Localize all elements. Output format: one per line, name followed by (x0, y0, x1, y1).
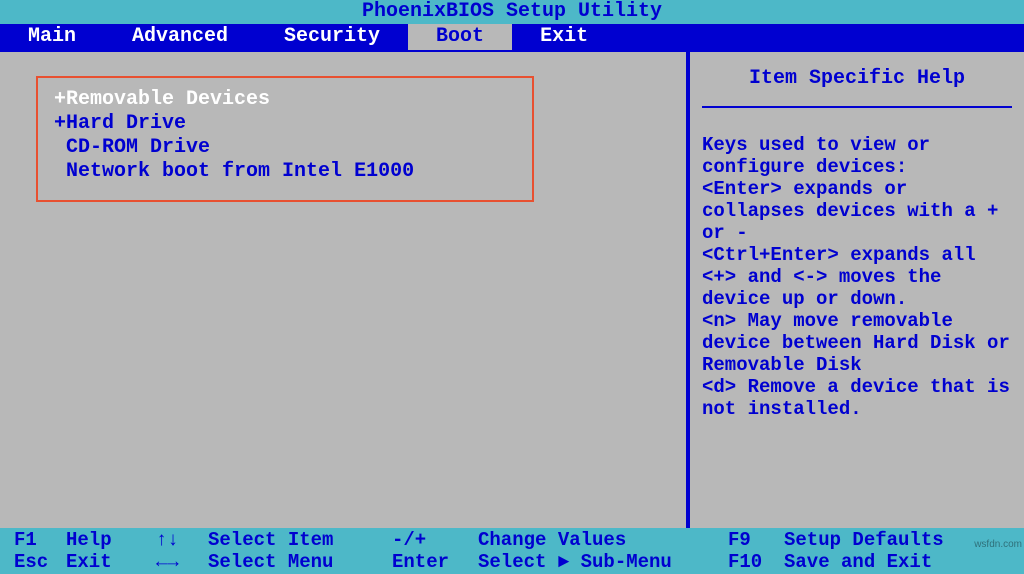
boot-item-hard-drive[interactable]: +Hard Drive (54, 112, 516, 136)
footer-key-f1: F1 (14, 529, 66, 551)
footer-key-enter: Enter (392, 551, 478, 573)
help-title: Item Specific Help (702, 62, 1012, 108)
menu-exit[interactable]: Exit (512, 24, 616, 50)
footer-label-select-menu: Select Menu (208, 551, 392, 573)
footer-key-leftright: ←→ (156, 551, 208, 573)
footer-label-save-exit: Save and Exit (784, 551, 1010, 573)
menu-security[interactable]: Security (256, 24, 408, 50)
header-title: PhoenixBIOS Setup Utility (362, 0, 662, 23)
menu-boot[interactable]: Boot (408, 24, 512, 50)
footer-label-change-values: Change Values (478, 529, 728, 551)
footer-label-exit: Exit (66, 551, 156, 573)
header-bar: PhoenixBIOS Setup Utility (0, 0, 1024, 24)
footer-label-help: Help (66, 529, 156, 551)
footer-key-plusminus: -/+ (392, 529, 478, 551)
footer-label-select-item: Select Item (208, 529, 392, 551)
help-body: Keys used to view or configure devices: … (702, 134, 1012, 420)
footer-key-updown: ↑↓ (156, 529, 208, 551)
main-panel: +Removable Devices +Hard Drive CD-ROM Dr… (0, 50, 688, 528)
boot-order-box: +Removable Devices +Hard Drive CD-ROM Dr… (36, 76, 534, 202)
footer-key-f9: F9 (728, 529, 784, 551)
boot-item-network[interactable]: Network boot from Intel E1000 (54, 160, 516, 184)
menu-bar: Main Advanced Security Boot Exit (0, 24, 1024, 50)
watermark: wsfdn.com (974, 539, 1022, 550)
menu-main[interactable]: Main (0, 24, 104, 50)
footer-bar: F1 Help ↑↓ Select Item -/+ Change Values… (0, 528, 1024, 574)
content-area: +Removable Devices +Hard Drive CD-ROM Dr… (0, 50, 1024, 528)
menu-advanced[interactable]: Advanced (104, 24, 256, 50)
footer-label-select-submenu: Select ► Sub-Menu (478, 551, 728, 573)
boot-item-removable[interactable]: +Removable Devices (54, 88, 516, 112)
footer-key-f10: F10 (728, 551, 784, 573)
footer-key-esc: Esc (14, 551, 66, 573)
boot-item-cdrom[interactable]: CD-ROM Drive (54, 136, 516, 160)
help-panel: Item Specific Help Keys used to view or … (688, 50, 1024, 528)
